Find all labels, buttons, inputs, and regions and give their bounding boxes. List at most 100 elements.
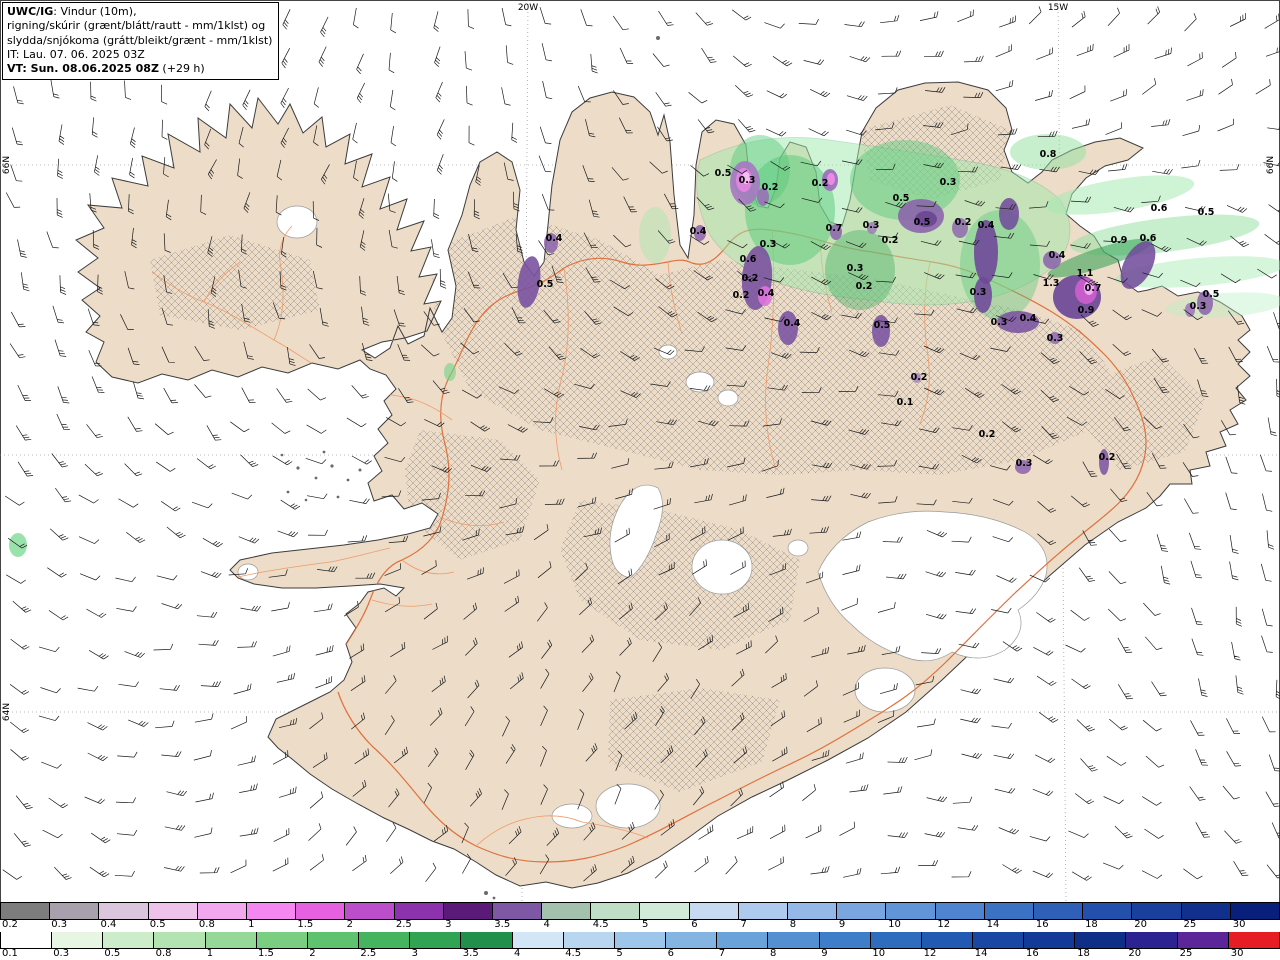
precip-value-label: 0.2 xyxy=(856,281,873,292)
legend-tick-label: 4.5 xyxy=(592,919,609,930)
precip-value-label: 0.5 xyxy=(1198,207,1215,218)
legend-swatch xyxy=(154,932,206,948)
coordinate-label: 64N xyxy=(2,703,12,721)
legend-tick-label: 16 xyxy=(1035,919,1049,930)
legend-swatch xyxy=(1230,903,1280,919)
legend-tick-label: 5 xyxy=(642,919,649,930)
precip-value-label: 0.4 xyxy=(1049,250,1066,261)
legend-tick-label: 5 xyxy=(616,948,623,959)
legend-tick-label: 0.8 xyxy=(198,919,215,930)
legend-swatch xyxy=(542,903,592,919)
title-line-1: UWC/IG: Vindur (10m), xyxy=(7,5,272,19)
legend-tick-label: 4 xyxy=(543,919,550,930)
precip-value-label: 0.4 xyxy=(546,233,563,244)
valid-time: VT: Sun. 08.06.2025 08Z xyxy=(7,62,159,76)
colorbar-rain-swatches xyxy=(0,932,1280,949)
legend-swatch xyxy=(492,903,543,919)
precip-value-label: 0.2 xyxy=(955,217,972,228)
legend-tick-label: 20 xyxy=(1134,919,1148,930)
legend-tick-label: 2 xyxy=(346,919,353,930)
legend-swatch xyxy=(246,903,297,919)
legend-tick-label: 4.5 xyxy=(565,948,582,959)
precip-value-label: 1.1 xyxy=(1077,268,1094,279)
legend-tick-label: 2 xyxy=(309,948,316,959)
legend-tick-label: 1 xyxy=(206,948,214,959)
legend-tick-label: 12 xyxy=(937,919,951,930)
legend-swatch xyxy=(640,903,690,919)
title-tail: : Vindur (10m), xyxy=(53,5,137,18)
legend-swatch xyxy=(768,932,820,948)
legend-swatch xyxy=(1083,903,1133,919)
legend-tick-label: 1 xyxy=(248,919,255,930)
legend-swatch xyxy=(1181,903,1231,919)
precip-value-label: 0.4 xyxy=(758,288,775,299)
precip-value-label: 0.8 xyxy=(1040,149,1057,160)
precip-value-label: 0.6 xyxy=(1140,233,1157,244)
valid-time-line: VT: Sun. 08.06.2025 08Z (+29 h) xyxy=(7,62,272,76)
legend-swatch xyxy=(512,932,564,948)
precip-value-label: 0.3 xyxy=(970,287,987,298)
precip-value-label: 0.4 xyxy=(784,318,801,329)
legend-swatch xyxy=(394,903,444,919)
legend-swatch xyxy=(870,932,922,948)
precip-value-label: 0.2 xyxy=(812,178,829,189)
legend-swatch xyxy=(1075,932,1127,948)
legend-swatch xyxy=(689,903,739,919)
precip-value-label: 0.4 xyxy=(690,226,707,237)
legend-swatch xyxy=(296,903,346,919)
precip-value-label: 0.3 xyxy=(760,239,777,250)
precip-value-label: 0.5 xyxy=(715,168,732,179)
legend-tick-label: 0.3 xyxy=(51,919,68,930)
legend-tick-label: 10 xyxy=(872,948,886,959)
legend-tick-label: 8 xyxy=(770,948,777,959)
precip-value-label: 0.5 xyxy=(1203,289,1220,300)
legend-swatch xyxy=(359,932,411,948)
legend-tick-label: 30 xyxy=(1232,919,1246,930)
legend-tick-label: 1.5 xyxy=(297,919,314,930)
precip-value-label: 0.3 xyxy=(863,220,880,231)
legend-tick-label: 8 xyxy=(789,919,797,930)
legend-swatch xyxy=(148,903,198,919)
legend-tick-label: 0.5 xyxy=(149,919,166,930)
precip-value-label: 0.2 xyxy=(1099,452,1116,463)
legend-tick-label: 3.5 xyxy=(494,919,511,930)
weather-map-page: 0.5 0.3 0.2 0.2 0.8 0.5 0.3 0.5 0.2 0.7 0.3 0.2 0.4 0… xyxy=(0,0,1280,960)
precip-value-label: 0.5 xyxy=(893,193,910,204)
legend-tick-label: 30 xyxy=(1230,948,1244,959)
precip-value-label: 0.9 xyxy=(1111,235,1128,246)
precip-value-label: 0.7 xyxy=(826,223,843,234)
legend-tick-label: 6 xyxy=(667,948,674,959)
precip-value-label: 0.2 xyxy=(733,290,750,301)
init-time: IT: Lau. 07. 06. 2025 03Z xyxy=(7,47,145,61)
precip-value-label: 0.2 xyxy=(979,429,996,440)
legend-tick-label: 25 xyxy=(1183,919,1197,930)
precip-value-label: 0.4 xyxy=(978,220,995,231)
legend-swatch xyxy=(1228,932,1280,948)
precip-value-label: 0.3 xyxy=(1047,333,1064,344)
legend-tick-label: 2.5 xyxy=(395,919,412,930)
legend-swatch xyxy=(591,903,641,919)
precip-value-label: 0.6 xyxy=(740,254,757,265)
legend-tick-label: 0.5 xyxy=(104,948,121,959)
legend-tick-label: 14 xyxy=(974,948,988,959)
legend-swatch xyxy=(563,932,615,948)
legend-swatch xyxy=(614,932,667,948)
glacier-snaefellsjokull xyxy=(237,563,259,581)
legend-swatch xyxy=(738,903,788,919)
legend-swatch xyxy=(788,903,838,919)
precip-value-label: 0.7 xyxy=(1085,283,1102,294)
legend-tick-label: 7 xyxy=(718,948,726,959)
glacier-drangajokull xyxy=(276,205,318,239)
legend-tick-label: 0.3 xyxy=(53,948,70,959)
precip-value-label: 0.6 xyxy=(1151,203,1168,214)
title-line-3: slydda/snjókoma (grátt/bleikt/grænt - mm… xyxy=(7,33,273,47)
legend-tick-label: 16 xyxy=(1026,948,1039,959)
legend-swatch xyxy=(1126,932,1178,948)
precip-value-label: 0.5 xyxy=(537,279,554,290)
legend-swatch xyxy=(345,903,395,919)
precip-value-label: 0.3 xyxy=(940,177,957,188)
legend-tick-label: 3 xyxy=(445,919,452,930)
legend-swatch xyxy=(935,903,985,919)
legend-tick-label: 18 xyxy=(1077,948,1090,959)
legend-tick-label: 1.5 xyxy=(258,948,274,959)
